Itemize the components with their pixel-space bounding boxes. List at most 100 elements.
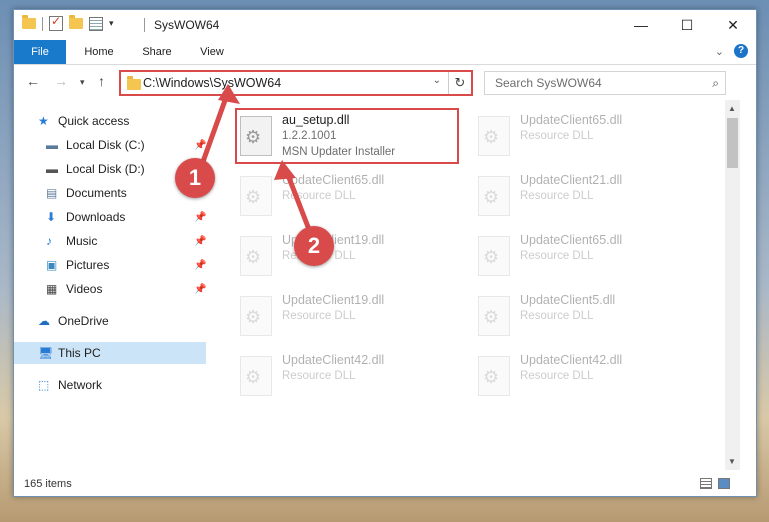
- nav-label: Documents: [66, 186, 127, 200]
- tab-home[interactable]: Home: [74, 40, 124, 64]
- nav-label: Quick access: [58, 114, 130, 128]
- search-input[interactable]: Search SysWOW64 ⌕: [484, 71, 726, 95]
- file-item[interactable]: UpdateClient21.dll Resource DLL: [472, 172, 702, 226]
- dll-file-icon: [240, 236, 272, 276]
- new-folder-icon[interactable]: [69, 15, 83, 29]
- dll-file-icon: [478, 236, 510, 276]
- network-icon: ⬚: [38, 378, 50, 392]
- drive-icon: ▬: [46, 162, 58, 176]
- file-item[interactable]: UpdateClient65.dll Resource DLL: [472, 232, 702, 286]
- file-name: UpdateClient21.dll: [520, 173, 623, 187]
- nav-label: Network: [58, 378, 103, 392]
- nav-item-this-pc[interactable]: 🖥 This PC: [14, 342, 206, 364]
- nav-item-network[interactable]: ⬚ Network: [14, 374, 208, 396]
- status-bar: 165 items: [14, 472, 756, 496]
- videos-icon: ▦: [46, 282, 58, 296]
- pin-icon[interactable]: 📌: [194, 212, 206, 223]
- file-name: UpdateClient65.dll: [520, 233, 623, 247]
- dll-file-icon: [240, 176, 272, 216]
- file-name: UpdateClient42.dll: [282, 353, 385, 367]
- folder-icon: [22, 15, 36, 29]
- file-item[interactable]: UpdateClient65.dll Resource DLL: [234, 172, 464, 226]
- file-name: UpdateClient19.dll: [282, 293, 385, 307]
- pin-icon[interactable]: 📌: [194, 236, 206, 247]
- nav-label: Local Disk (C:): [66, 138, 145, 152]
- address-bar[interactable]: C:\Windows\SysWOW64 ⌄ ↻: [119, 70, 473, 96]
- help-icon[interactable]: ?: [734, 44, 748, 58]
- item-count: 165 items: [24, 478, 72, 490]
- nav-label: Downloads: [66, 210, 126, 224]
- nav-label: Music: [66, 234, 98, 248]
- step-1-badge: 1: [175, 158, 215, 198]
- file-item[interactable]: UpdateClient42.dll Resource DLL: [472, 352, 702, 406]
- pictures-icon: ▣: [46, 258, 58, 272]
- details-view-icon[interactable]: [700, 478, 712, 489]
- nav-item-videos[interactable]: ▦ Videos 📌: [14, 278, 208, 300]
- scroll-up-icon[interactable]: ▲: [728, 104, 736, 113]
- scroll-down-icon[interactable]: ▼: [728, 457, 736, 466]
- close-button[interactable]: ✕: [710, 10, 756, 40]
- up-arrow-icon[interactable]: ↑: [98, 73, 105, 89]
- recent-locations-icon[interactable]: ▾: [80, 77, 85, 88]
- file-item[interactable]: UpdateClient65.dll Resource DLL: [472, 112, 702, 166]
- highlight-box: [235, 108, 459, 164]
- pin-icon[interactable]: 📌: [194, 140, 206, 151]
- navigation-pane: ★ Quick access ▬ Local Disk (C:) 📌 ▬ Loc…: [14, 104, 208, 468]
- nav-item-onedrive[interactable]: ☁ OneDrive: [14, 310, 208, 332]
- cloud-icon: ☁: [38, 314, 50, 328]
- file-type: Resource DLL: [282, 310, 356, 322]
- back-arrow-icon[interactable]: ←: [26, 73, 40, 89]
- nav-item-quick-access[interactable]: ★ Quick access: [14, 110, 208, 132]
- dll-file-icon: [478, 176, 510, 216]
- scroll-thumb[interactable]: [727, 118, 738, 168]
- large-icons-view-icon[interactable]: [718, 478, 730, 489]
- nav-label: This PC: [58, 346, 101, 360]
- music-icon: ♪: [46, 234, 52, 248]
- tab-file[interactable]: File: [14, 40, 66, 64]
- file-name: UpdateClient65.dll: [282, 173, 385, 187]
- customize-toolbar-icon[interactable]: ▾: [109, 18, 114, 29]
- chevron-down-icon[interactable]: ⌄: [433, 75, 441, 86]
- file-type: Resource DLL: [520, 370, 594, 382]
- file-type: Resource DLL: [520, 310, 594, 322]
- file-item[interactable]: UpdateClient19.dll Resource DLL: [234, 292, 464, 346]
- step-2-badge: 2: [294, 226, 334, 266]
- nav-item-pictures[interactable]: ▣ Pictures 📌: [14, 254, 208, 276]
- vertical-scrollbar[interactable]: ▲ ▼: [725, 100, 740, 470]
- tab-share[interactable]: Share: [132, 40, 182, 64]
- nav-label: OneDrive: [58, 314, 109, 328]
- pin-icon[interactable]: 📌: [194, 260, 206, 271]
- forward-arrow-icon[interactable]: →: [54, 73, 68, 89]
- properties-icon[interactable]: [89, 16, 103, 31]
- address-path[interactable]: C:\Windows\SysWOW64: [143, 76, 281, 90]
- star-icon: ★: [38, 114, 49, 128]
- pin-icon[interactable]: 📌: [194, 284, 206, 295]
- file-item[interactable]: UpdateClient19.dll Resource DLL: [234, 232, 464, 286]
- nav-item-local-disk-c[interactable]: ▬ Local Disk (C:) 📌: [14, 134, 208, 156]
- nav-label: Local Disk (D:): [66, 162, 145, 176]
- separator: [144, 18, 145, 32]
- minimize-button[interactable]: —: [618, 10, 664, 40]
- refresh-icon[interactable]: ↻: [448, 72, 471, 94]
- window-title: SysWOW64: [154, 18, 220, 32]
- file-item[interactable]: UpdateClient42.dll Resource DLL: [234, 352, 464, 406]
- drive-icon: ▬: [46, 138, 58, 152]
- properties-check-icon[interactable]: [49, 14, 63, 31]
- maximize-button[interactable]: ☐: [664, 10, 710, 40]
- tab-view[interactable]: View: [190, 40, 234, 64]
- nav-label: Videos: [66, 282, 103, 296]
- nav-label: Pictures: [66, 258, 110, 272]
- file-type: Resource DLL: [520, 250, 594, 262]
- dll-file-icon: [240, 296, 272, 336]
- expand-ribbon-icon[interactable]: ⌄: [715, 45, 724, 58]
- file-type: Resource DLL: [282, 370, 356, 382]
- nav-item-music[interactable]: ♪ Music 📌: [14, 230, 208, 252]
- dll-file-icon: [240, 356, 272, 396]
- separator: [42, 16, 43, 31]
- search-icon[interactable]: ⌕: [712, 72, 719, 94]
- file-name: UpdateClient65.dll: [520, 113, 623, 127]
- file-item[interactable]: UpdateClient5.dll Resource DLL: [472, 292, 702, 346]
- computer-icon: 🖥: [38, 346, 54, 360]
- nav-item-downloads[interactable]: ⬇ Downloads 📌: [14, 206, 208, 228]
- download-icon: ⬇: [46, 210, 57, 224]
